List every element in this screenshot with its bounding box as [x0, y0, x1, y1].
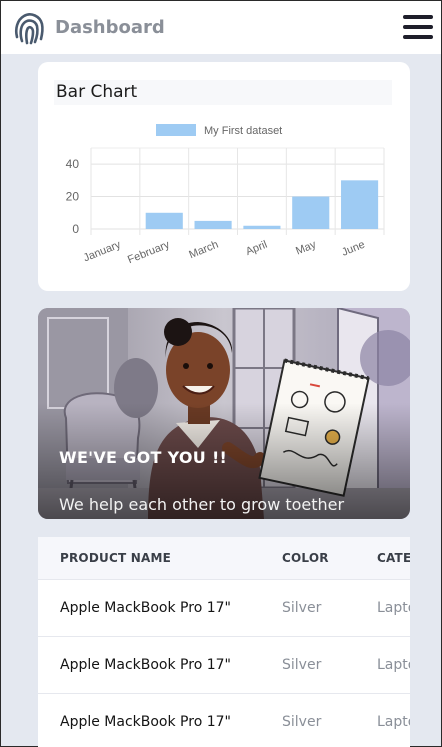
bar	[292, 196, 330, 229]
x-tick-label: January	[82, 238, 123, 264]
fingerprint-logo-icon[interactable]	[13, 11, 45, 45]
x-tick-label: March	[187, 239, 220, 262]
color-cell: Silver	[282, 692, 377, 747]
brand-title[interactable]: Dashboard	[55, 17, 165, 38]
bar-chart-card: Bar Chart My First dataset 0 20 40 January Fe…	[38, 62, 410, 291]
color-cell: Silver	[282, 635, 377, 693]
chart-card-title: Bar Chart	[54, 80, 392, 105]
product-name-cell: Apple MackBook Pro 17"	[38, 692, 282, 747]
x-tick-label: May	[294, 238, 318, 257]
y-tick-label: 40	[66, 157, 80, 171]
table-header-row: PRODUCT NAME COLOR CATEGORY	[38, 537, 410, 579]
table-row[interactable]: Apple MackBook Pro 17" Silver Laptop	[38, 578, 410, 636]
bar	[243, 225, 281, 229]
column-header-product-name: PRODUCT NAME	[60, 550, 171, 565]
column-header-category: CATEGORY	[377, 550, 410, 565]
bar-chart: My First dataset 0 20 40 January February Marc…	[66, 124, 385, 266]
bar	[341, 180, 379, 229]
column-header-color: COLOR	[282, 550, 329, 565]
products-table[interactable]: PRODUCT NAME COLOR CATEGORY Apple MackBo…	[38, 537, 410, 747]
table-row[interactable]: Apple MackBook Pro 17" Silver Laptop	[38, 635, 410, 693]
hero-subtitle: We help each other to grow toether	[59, 495, 345, 514]
hero-title: WE'VE GOT YOU !!	[59, 448, 228, 467]
y-tick-label: 20	[66, 190, 80, 204]
table-row[interactable]: Apple MackBook Pro 17" Silver Laptop	[38, 692, 410, 747]
legend-swatch	[156, 124, 196, 136]
product-name-cell: Apple MackBook Pro 17"	[38, 635, 282, 693]
product-name-cell: Apple MackBook Pro 17"	[38, 578, 282, 636]
bar	[145, 212, 183, 229]
hero-banner: WE'VE GOT YOU !! We help each other to g…	[38, 308, 410, 519]
x-tick-label: April	[244, 239, 269, 258]
legend-label: My First dataset	[204, 125, 282, 137]
x-tick-label: February	[126, 238, 172, 266]
category-cell: Laptop	[377, 578, 410, 636]
category-cell: Laptop	[377, 635, 410, 693]
x-tick-label: June	[340, 239, 367, 259]
hero-illustration	[38, 308, 410, 519]
y-tick-label: 0	[72, 222, 79, 236]
bar	[194, 220, 232, 229]
color-cell: Silver	[282, 578, 377, 636]
hamburger-menu-icon[interactable]	[403, 15, 433, 41]
category-cell: Laptop	[377, 692, 410, 747]
top-navbar: Dashboard	[1, 1, 441, 54]
